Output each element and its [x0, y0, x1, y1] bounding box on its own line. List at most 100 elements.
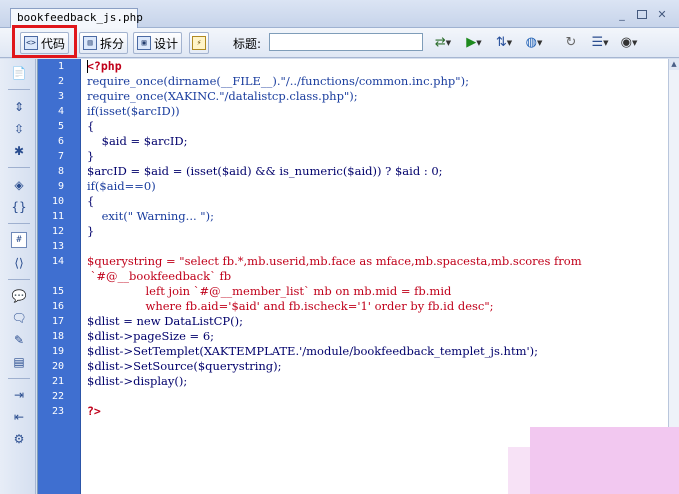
- title-input[interactable]: [269, 33, 423, 51]
- line-number: 1: [57, 61, 64, 72]
- view-options-button[interactable]: ☰▼: [588, 34, 612, 52]
- code-line[interactable]: require_once(XAKINC."/datalistcp.class.p…: [87, 89, 358, 104]
- line-number: 2: [57, 76, 64, 87]
- refresh-icon: ↻: [565, 35, 577, 50]
- split-view-label: 拆分: [100, 36, 125, 51]
- code-line[interactable]: {: [87, 119, 94, 134]
- scroll-up-arrow-icon[interactable]: ▲: [669, 59, 679, 70]
- window-controls: _ ✕: [615, 8, 669, 22]
- code-line-wrapped-continuation[interactable]: `#@__bookfeedback` fb: [87, 269, 231, 284]
- line-number: 3: [57, 91, 64, 102]
- code-line[interactable]: $dlist->display();: [87, 374, 187, 389]
- code-view-button[interactable]: <> 代码: [20, 32, 70, 54]
- document-tab-filename: bookfeedback_js.php: [17, 11, 143, 24]
- line-number: 12: [51, 226, 64, 237]
- toolbar-divider: [8, 223, 30, 224]
- line-number: 7: [57, 151, 64, 162]
- code-line[interactable]: $dlist = new DataListCP();: [87, 314, 243, 329]
- line-numbers-icon[interactable]: #: [11, 232, 27, 248]
- apply-comment-icon[interactable]: 💬: [11, 288, 27, 304]
- collapse-selection-icon[interactable]: ⇳: [11, 121, 27, 137]
- document-tab[interactable]: bookfeedback_js.php: [10, 8, 143, 28]
- refresh-design-button[interactable]: ⇅▼: [492, 34, 516, 52]
- globe-icon: ◍: [525, 35, 537, 50]
- close-button[interactable]: ✕: [655, 8, 669, 22]
- visual-aids-button[interactable]: ◉▼: [617, 34, 641, 52]
- code-line[interactable]: where fb.aid='$aid' and fb.ischeck='1' o…: [87, 299, 493, 314]
- sort-arrows-icon: ⇅: [495, 35, 507, 50]
- list-icon: ☰: [591, 35, 604, 50]
- code-line[interactable]: {: [87, 194, 94, 209]
- file-management-button[interactable]: ⇄▼: [430, 34, 456, 52]
- line-number: 5: [57, 121, 64, 132]
- coding-toolbar: 📄 ⇕ ⇳ ✱ ◈ {} # ⟨⟩ 💬 🗨 ✎ ▤ ⇥ ⇤ ⚙: [0, 59, 36, 494]
- code-line[interactable]: $aid = $arcID;: [87, 134, 188, 149]
- highlight-invalid-code-icon[interactable]: ⟨⟩: [11, 255, 27, 271]
- line-number: 14: [51, 256, 64, 267]
- line-number: 15: [51, 286, 64, 297]
- code-line[interactable]: ?>: [87, 404, 101, 419]
- open-documents-icon[interactable]: 📄: [11, 65, 27, 81]
- balance-braces-icon[interactable]: {}: [11, 199, 27, 215]
- line-number: 8: [57, 166, 64, 177]
- code-line[interactable]: require_once(dirname(__FILE__)."/../func…: [87, 74, 469, 89]
- code-line[interactable]: }: [87, 224, 94, 239]
- code-line[interactable]: if(isset($arcID)): [87, 104, 180, 119]
- code-line[interactable]: if($aid==0): [87, 179, 156, 194]
- refresh-button[interactable]: ↻: [562, 34, 580, 52]
- split-view-icon: ▥: [83, 36, 97, 50]
- collapse-full-tag-icon[interactable]: ⇕: [11, 99, 27, 115]
- code-line[interactable]: $dlist->pageSize = 6;: [87, 329, 214, 344]
- text-caret: [87, 60, 88, 73]
- code-line[interactable]: left join `#@__member_list` mb on mb.mid…: [87, 284, 451, 299]
- line-number: 19: [51, 346, 64, 357]
- code-view-label: 代码: [41, 36, 66, 51]
- live-view-icon: ⚡: [192, 36, 206, 50]
- line-number-gutter: 1 2 3 4 5 6 7 8 9 10 11 12 13 14 15 16 1…: [38, 59, 81, 494]
- code-view-icon: <>: [24, 36, 38, 50]
- preview-browser-icon: ▶: [466, 35, 477, 50]
- line-number: 22: [51, 391, 64, 402]
- remove-comment-icon[interactable]: 🗨: [11, 310, 27, 326]
- code-line[interactable]: $querystring = "select fb.*,mb.userid,mb…: [87, 254, 582, 269]
- line-number: 4: [57, 106, 64, 117]
- indent-code-icon[interactable]: ⇥: [11, 387, 27, 403]
- live-view-button[interactable]: ⚡: [189, 32, 209, 54]
- design-view-button[interactable]: ▣ 设计: [133, 32, 183, 54]
- design-view-icon: ▣: [137, 36, 151, 50]
- line-number: 9: [57, 181, 64, 192]
- preview-browser-button[interactable]: ▶▼: [462, 34, 486, 52]
- line-number: 13: [51, 241, 64, 252]
- line-number: 6: [57, 136, 64, 147]
- minimize-button[interactable]: _: [615, 8, 629, 22]
- line-number: 16: [51, 301, 64, 312]
- toolbar-divider: [8, 378, 30, 379]
- wrap-tag-icon[interactable]: ✎: [11, 332, 27, 348]
- file-management-icon: ⇄: [434, 35, 446, 50]
- code-line[interactable]: $arcID = $aid = (isset($aid) && is_numer…: [87, 164, 443, 179]
- line-number: 18: [51, 331, 64, 342]
- recent-snippets-icon[interactable]: ▤: [11, 354, 27, 370]
- code-line[interactable]: $dlist->SetTemplet(XAKTEMPLATE.'/module/…: [87, 344, 538, 359]
- line-number: 20: [51, 361, 64, 372]
- restore-button[interactable]: [637, 10, 647, 19]
- line-number: 10: [51, 196, 64, 207]
- code-line[interactable]: <?php: [87, 59, 122, 74]
- design-view-label: 设计: [154, 36, 179, 51]
- code-line[interactable]: }: [87, 149, 94, 164]
- toolbar-divider: [8, 167, 30, 168]
- view-options-globe-button[interactable]: ◍▼: [521, 34, 547, 52]
- line-number: 11: [51, 211, 64, 222]
- decorative-overlay-patch: [508, 427, 679, 494]
- code-line[interactable]: $dlist->SetSource($querystring);: [87, 359, 282, 374]
- outdent-code-icon[interactable]: ⇤: [11, 409, 27, 425]
- line-number: 21: [51, 376, 64, 387]
- document-tab-strip: bookfeedback_js.php _ ✕: [0, 0, 679, 28]
- toolbar-divider: [8, 279, 30, 280]
- format-source-code-icon[interactable]: ⚙: [11, 431, 27, 447]
- split-view-button[interactable]: ▥ 拆分: [79, 32, 129, 54]
- line-number: 23: [51, 406, 64, 417]
- code-line[interactable]: exit(" Warning... ");: [87, 209, 214, 224]
- expand-all-icon[interactable]: ✱: [11, 143, 27, 159]
- select-parent-tag-icon[interactable]: ◈: [11, 177, 27, 193]
